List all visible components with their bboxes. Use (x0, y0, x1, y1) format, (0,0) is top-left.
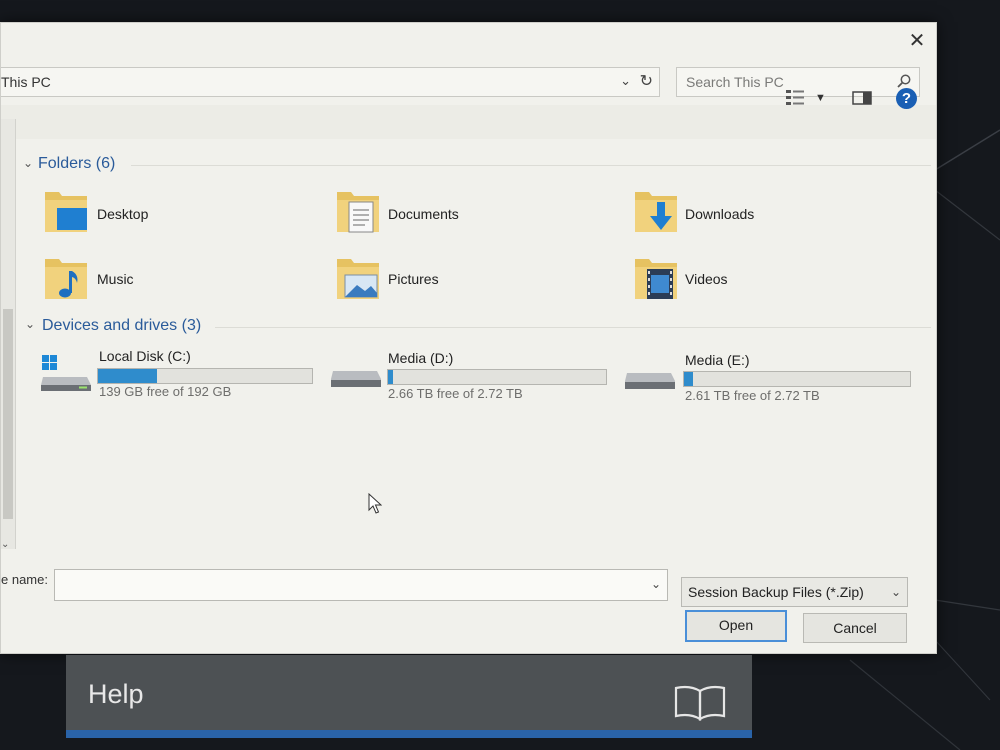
file-type-value: Session Backup Files (*.Zip) (688, 584, 864, 600)
search-placeholder: Search This PC (686, 74, 784, 90)
windows-drive-icon (41, 355, 91, 391)
drive-usage-fill (388, 370, 393, 384)
help-bar-accent (66, 730, 752, 738)
toolbar (1, 105, 936, 139)
drive-usage-bar (97, 368, 313, 384)
drive-item-e[interactable]: Media (E:) 2.61 TB free of 2.72 TB (623, 349, 913, 405)
address-text: This PC (1, 74, 51, 90)
folders-group-header[interactable]: Folders (6) (38, 155, 115, 173)
folder-label: Downloads (685, 206, 755, 222)
desktop-folder-icon (45, 192, 87, 232)
drives-group-header[interactable]: Devices and drives (3) (42, 317, 201, 335)
hard-drive-icon (625, 373, 675, 389)
folders-divider (131, 165, 931, 166)
chevron-down-icon: ⌄ (890, 585, 901, 599)
drive-item-d[interactable]: Media (D:) 2.66 TB free of 2.72 TB (329, 347, 609, 403)
navigation-pane: ⌄ (1, 119, 16, 550)
folder-label: Music (97, 271, 134, 287)
folder-item-documents[interactable]: Documents (333, 186, 573, 242)
folder-item-videos[interactable]: Videos (631, 253, 871, 309)
cancel-button[interactable]: Cancel (803, 613, 907, 643)
drive-usage-fill (98, 369, 158, 383)
folder-label: Desktop (97, 206, 149, 222)
close-button[interactable]: ✕ (906, 29, 928, 51)
file-name-input[interactable]: ⌄ (54, 569, 668, 601)
folder-item-desktop[interactable]: Desktop (41, 186, 281, 242)
address-bar[interactable]: This PC ⌄ ↻ (1, 67, 660, 97)
help-icon[interactable]: ? (896, 88, 917, 109)
help-label: Help (88, 679, 144, 709)
refresh-icon[interactable]: ↻ (640, 71, 653, 90)
music-folder-icon (45, 259, 87, 299)
folder-label: Documents (388, 206, 459, 222)
file-name-dropdown-icon[interactable]: ⌄ (651, 577, 661, 591)
folders-collapse-icon[interactable]: ⌄ (23, 156, 33, 170)
drive-usage-fill (684, 372, 694, 386)
drive-free-space: 2.61 TB free of 2.72 TB (685, 388, 820, 403)
folder-item-pictures[interactable]: Pictures (333, 253, 573, 309)
file-open-dialog: ✕ This PC ⌄ ↻ Search This PC ▼ ? ⌄ ⌄ Fol… (0, 22, 937, 654)
open-button[interactable]: Open (685, 610, 787, 642)
drive-free-space: 139 GB free of 192 GB (99, 384, 232, 399)
change-view-icon[interactable] (785, 89, 805, 107)
downloads-folder-icon (635, 192, 677, 232)
drive-free-space: 2.66 TB free of 2.72 TB (388, 386, 523, 401)
folder-label: Videos (685, 271, 728, 287)
mouse-cursor-icon (368, 493, 382, 514)
view-options-dropdown-icon[interactable]: ▼ (815, 92, 826, 104)
hard-drive-icon (331, 371, 381, 387)
nav-scroll-down-icon[interactable]: ⌄ (1, 539, 9, 550)
folder-item-music[interactable]: Music (41, 253, 281, 309)
drive-usage-bar (387, 369, 607, 385)
drive-label: Local Disk (C:) (99, 348, 191, 364)
drives-collapse-icon[interactable]: ⌄ (25, 317, 35, 331)
drive-item-c[interactable]: Local Disk (C:) 139 GB free of 192 GB (39, 345, 319, 401)
preview-pane-icon[interactable] (852, 91, 872, 105)
pictures-folder-icon (337, 259, 379, 299)
folder-item-downloads[interactable]: Downloads (631, 186, 871, 242)
file-type-select[interactable]: Session Backup Files (*.Zip) ⌄ (681, 577, 908, 607)
drive-usage-bar (683, 371, 911, 387)
book-icon[interactable] (672, 683, 728, 721)
drive-label: Media (E:) (685, 352, 750, 368)
address-dropdown-icon[interactable]: ⌄ (620, 73, 631, 89)
drives-divider (215, 327, 931, 328)
folder-label: Pictures (388, 271, 439, 287)
file-name-label: e name: (1, 572, 48, 587)
drive-label: Media (D:) (388, 350, 454, 366)
videos-folder-icon (635, 259, 677, 299)
help-bar[interactable]: Help (66, 655, 752, 733)
nav-scrollbar-thumb[interactable] (3, 309, 13, 519)
search-icon[interactable] (897, 74, 911, 88)
documents-folder-icon (337, 192, 379, 233)
